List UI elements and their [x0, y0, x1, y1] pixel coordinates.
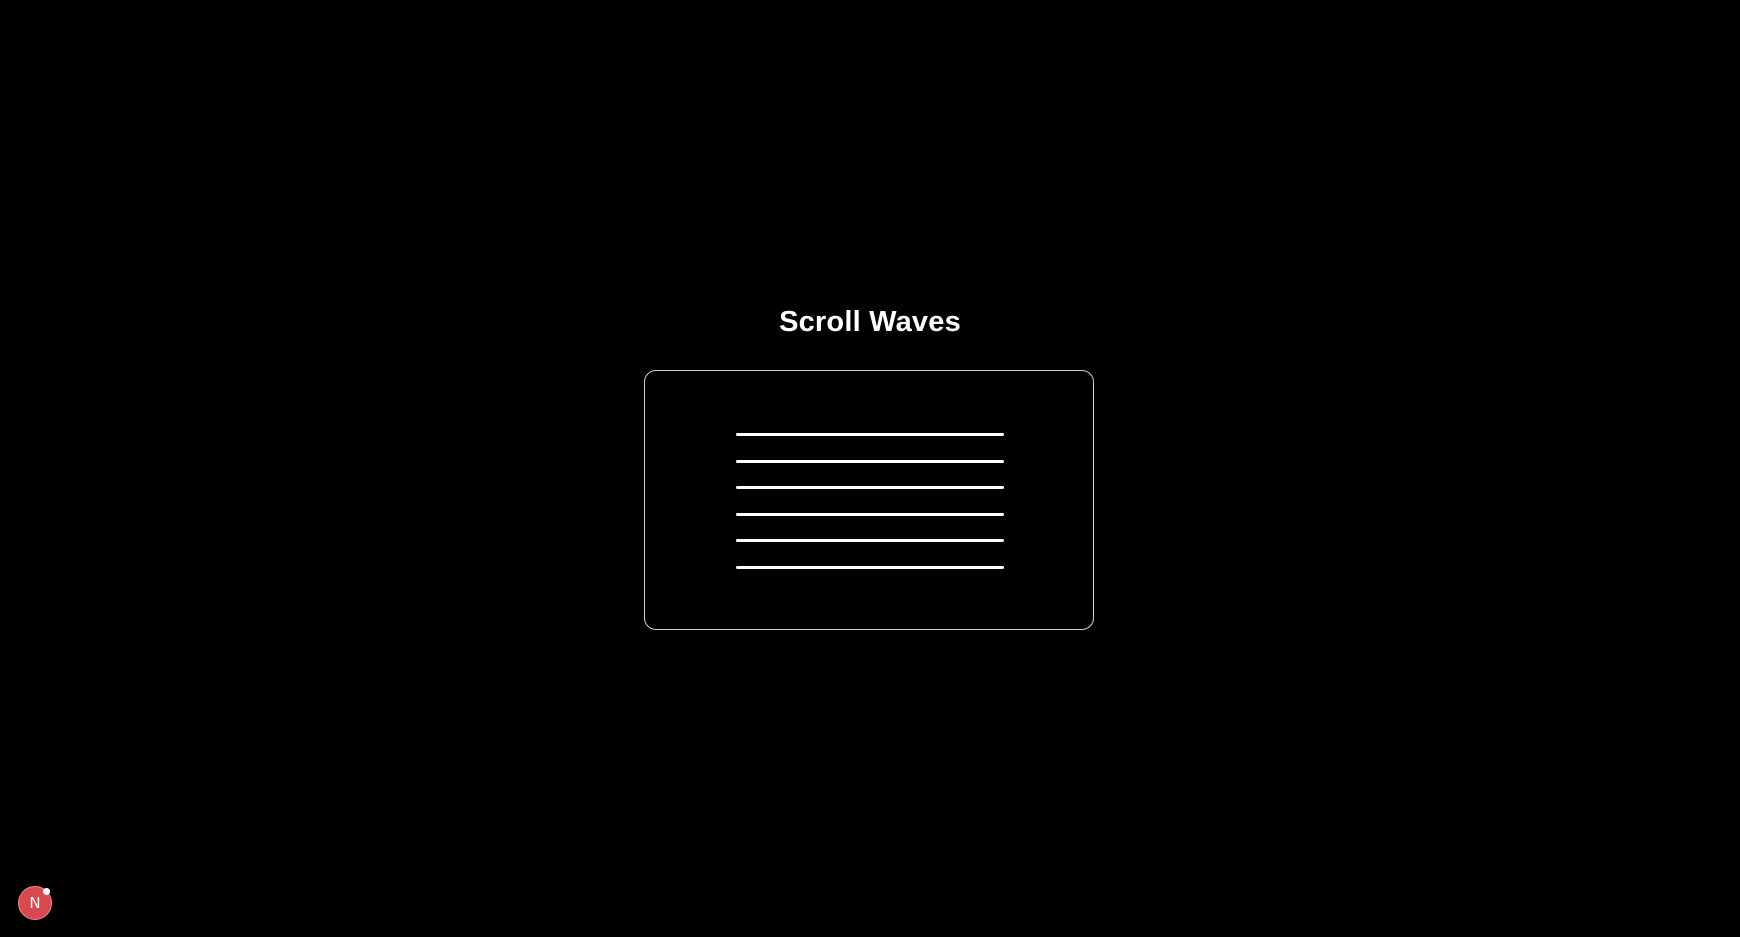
wave-line-6 [736, 566, 1004, 569]
dev-tools-button[interactable]: N [18, 886, 52, 920]
wave-card[interactable] [644, 370, 1094, 630]
wave-line-4 [736, 512, 1004, 516]
nextjs-dev-tools-icon: N [29, 893, 41, 912]
wave-line-5 [736, 539, 1004, 543]
page-title: Scroll Waves [779, 306, 961, 338]
page: Scroll Waves N [0, 0, 1740, 937]
wave-line-1 [736, 433, 1004, 436]
notification-dot [43, 888, 50, 895]
wave-line-2 [736, 459, 1004, 463]
wave-line-3 [736, 486, 1004, 490]
